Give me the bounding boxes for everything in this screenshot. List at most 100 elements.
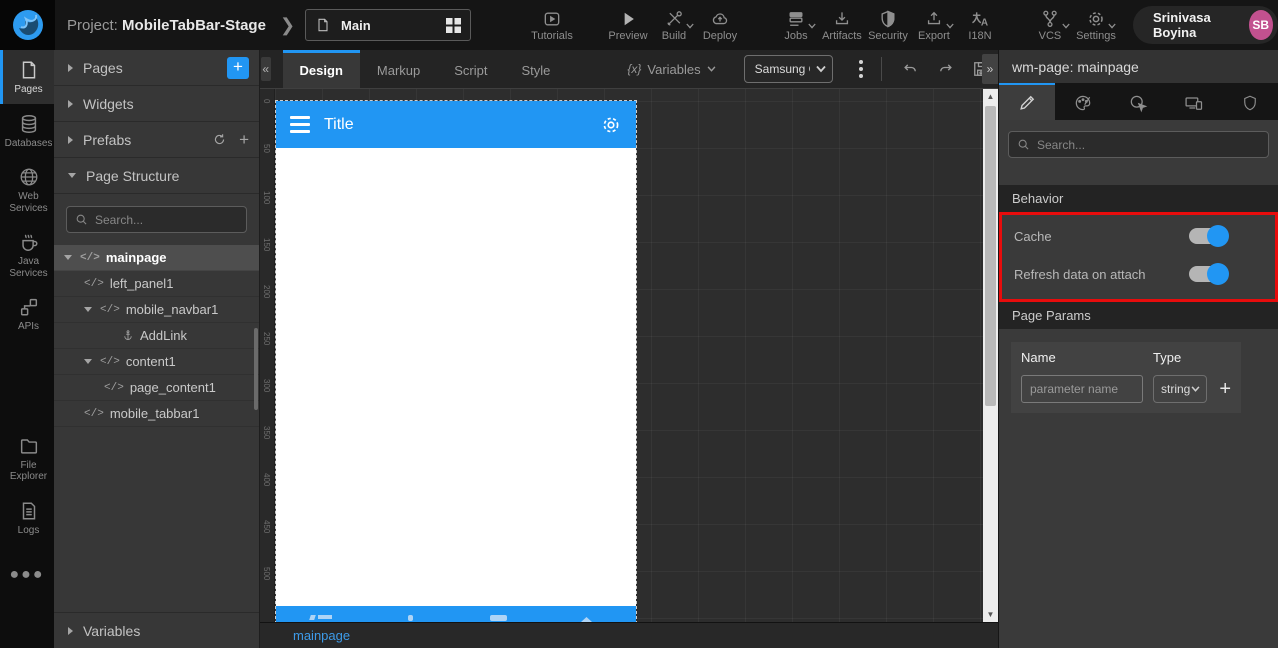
settings-button[interactable]: Settings [1073, 9, 1119, 42]
tutorials-icon [541, 9, 563, 29]
vcs-button[interactable]: VCS [1027, 9, 1073, 42]
rail-label-logs: Logs [17, 524, 40, 536]
toolbar-divider [881, 57, 882, 81]
rail-item-pages[interactable]: Pages [0, 50, 54, 104]
explorer-scrollbar[interactable] [254, 328, 258, 410]
inspector-search-input[interactable] [1037, 137, 1260, 152]
artifacts-label: Artifacts [822, 29, 862, 42]
section-page-structure[interactable]: Page Structure [54, 158, 259, 194]
more-options-icon[interactable]: ●●● [0, 566, 54, 584]
tab-script[interactable]: Script [437, 50, 504, 88]
cache-toggle[interactable] [1189, 225, 1229, 247]
page-selector[interactable]: Main [305, 9, 471, 41]
settings-caret-icon [1108, 23, 1116, 29]
tab-style[interactable]: Style [504, 50, 567, 88]
gear-icon[interactable] [600, 114, 622, 136]
collapse-panel-icon[interactable]: « [261, 57, 271, 81]
tree-item-addlink[interactable]: AddLink [54, 323, 259, 349]
grid-icon[interactable] [445, 17, 461, 33]
undo-button[interactable] [892, 56, 928, 82]
scroll-down-icon[interactable]: ▼ [983, 607, 998, 622]
open-page-tab[interactable]: mainpage [293, 628, 350, 643]
preview-button[interactable]: Preview [605, 9, 651, 42]
expand-panel-icon[interactable]: » [982, 54, 998, 84]
tree-item-mobile-tabbar1[interactable]: </> mobile_tabbar1 [54, 401, 259, 427]
hamburger-menu-icon[interactable] [290, 116, 310, 133]
tree-item-mainpage[interactable]: </> mainpage [54, 245, 259, 271]
apis-icon [18, 296, 40, 318]
rail-item-logs[interactable]: Logs [0, 491, 54, 545]
section-prefabs[interactable]: Prefabs + [54, 122, 259, 158]
export-button[interactable]: Export [911, 9, 957, 42]
collapsed-caret-icon [68, 99, 73, 108]
variables-icon: {x} [627, 62, 642, 76]
rail-item-databases[interactable]: Databases [0, 104, 54, 158]
tab-security[interactable] [1222, 83, 1278, 120]
redo-button[interactable] [928, 56, 964, 82]
i18n-button[interactable]: A I18N [957, 9, 1003, 42]
jobs-button[interactable]: Jobs [773, 9, 819, 42]
export-caret-icon [946, 23, 954, 29]
deploy-cloud-icon [708, 9, 732, 29]
page-params-heading[interactable]: Page Params [999, 302, 1278, 329]
tree-item-mobile-navbar1[interactable]: </> mobile_navbar1 [54, 297, 259, 323]
rail-item-web-services[interactable]: Web Services [0, 157, 54, 222]
tab-markup[interactable]: Markup [360, 50, 437, 88]
design-canvas[interactable]: 0 50 100 150 200 250 300 350 400 450 500… [260, 88, 998, 622]
vertical-ruler: 0 50 100 150 200 250 300 350 400 450 500 [260, 89, 275, 622]
tree-item-content1[interactable]: </> content1 [54, 349, 259, 375]
tab-events[interactable] [1111, 83, 1167, 120]
brand-logo[interactable] [0, 0, 55, 50]
left-rail: Pages Databases Web Services Java Servic… [0, 50, 54, 648]
widget-code-icon: </> [104, 381, 124, 394]
tab-properties[interactable] [999, 83, 1055, 120]
export-upload-icon [922, 9, 946, 29]
rail-item-apis[interactable]: APIs [0, 287, 54, 341]
scrollbar-thumb[interactable] [985, 106, 996, 406]
parameter-type-select[interactable]: string [1153, 375, 1208, 403]
tree-item-page-content1[interactable]: </> page_content1 [54, 375, 259, 401]
database-icon [18, 113, 40, 135]
more-menu-icon[interactable] [853, 56, 869, 82]
tab-design[interactable]: Design [282, 50, 360, 88]
security-button[interactable]: Security [865, 9, 911, 42]
rail-item-file-explorer[interactable]: File Explorer [0, 426, 54, 491]
section-pages[interactable]: Pages + [54, 50, 259, 86]
canvas-scrollbar[interactable]: ▲ ▼ [983, 89, 998, 622]
search-box[interactable] [1008, 131, 1269, 158]
rail-label-databases: Databases [4, 137, 53, 149]
device-selector[interactable]: Samsung Galaxy Note III [743, 55, 834, 83]
deploy-button[interactable]: Deploy [697, 9, 743, 42]
section-variables[interactable]: Variables [54, 612, 259, 648]
user-menu[interactable]: Srinivasa Boyina SB [1132, 6, 1278, 44]
tutorials-button[interactable]: Tutorials [529, 9, 575, 42]
parameter-name-input[interactable] [1021, 375, 1143, 403]
build-button[interactable]: Build [651, 9, 697, 42]
tree-item-left-panel1[interactable]: </> left_panel1 [54, 271, 259, 297]
pencil-icon [1017, 93, 1037, 113]
mobile-device-preview[interactable]: Title [275, 100, 637, 622]
behavior-heading[interactable]: Behavior [999, 185, 1278, 212]
refresh-on-attach-toggle[interactable] [1189, 263, 1229, 285]
expanded-caret-icon [64, 255, 72, 260]
tab-devices[interactable] [1166, 83, 1222, 120]
scroll-up-icon[interactable]: ▲ [983, 89, 998, 104]
rail-item-java-services[interactable]: Java Services [0, 222, 54, 287]
device-select[interactable]: Samsung Galaxy Note III [743, 55, 834, 83]
tab-styles[interactable] [1055, 83, 1111, 120]
add-prefab-button[interactable]: + [239, 131, 249, 148]
parameter-type-selector[interactable]: string [1153, 375, 1208, 403]
section-widgets[interactable]: Widgets [54, 86, 259, 122]
artifacts-button[interactable]: Artifacts [819, 9, 865, 42]
mobile-tabbar[interactable] [276, 606, 636, 622]
add-parameter-button[interactable]: + [1219, 379, 1231, 399]
search-input[interactable] [95, 212, 238, 227]
variables-dropdown[interactable]: {x} Variables [627, 62, 716, 77]
collapsed-caret-icon [68, 626, 73, 635]
mobile-navbar[interactable]: Title [276, 101, 636, 148]
refresh-icon[interactable] [212, 132, 227, 147]
project-name: MobileTabBar-Stage [122, 16, 266, 34]
search-box[interactable] [66, 206, 247, 233]
add-page-button[interactable]: + [227, 56, 249, 79]
